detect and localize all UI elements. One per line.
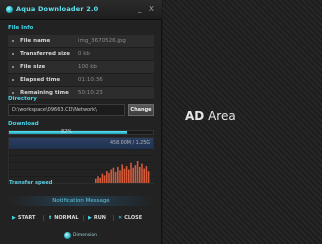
info-label: File size [20,64,46,70]
speed-graph-bar [125,166,128,183]
info-row-file-size: File size 100 kb [8,61,154,74]
run-label: RUN [93,215,106,221]
bullet-icon [12,40,14,42]
divider [113,215,114,221]
minimize-button[interactable]: _ [138,4,142,14]
play-icon: ▶ [12,215,16,221]
speed-graph-bar [108,172,110,183]
info-value: img_3670526.jpg [78,38,126,44]
ad-area-text: AD Area [185,109,236,123]
info-value: 01:10:36 [78,77,103,83]
window-title: Aqua Downloader 2.0 [16,5,99,13]
speed-graph-bar [147,171,150,183]
run-icon: ▶ [88,215,92,221]
info-row-file-name: File name img_3670526.jpg [8,35,154,48]
app-root: Aqua Downloader 2.0 _ X File Info File n… [0,0,322,244]
control-bar: ▶ START ⬆ NORMAL ▶ RUN ✕ CLOSE [8,214,154,222]
normal-button[interactable]: ⬆ NORMAL [48,214,79,222]
speed-graph-bar [117,166,119,183]
speed-graph-bar [95,178,97,183]
close-label: CLOSE [124,215,143,221]
info-value: 50:10:23 [78,90,103,96]
speed-graph-bar [136,161,139,183]
speed-panel: 458.00M / 1.25G [8,137,154,184]
info-row-elapsed-time: Elapsed time 01:10:36 [8,74,154,87]
ad-label-bold: AD [185,109,205,123]
bullet-icon [12,53,14,55]
info-row-transferred-size: Transferred size 0 kb [8,48,154,61]
speed-graph-bar [110,169,112,183]
speed-header: 458.00M / 1.25G [9,138,153,149]
speed-graph-bar [101,173,104,183]
speed-graph-bar [121,164,123,183]
notification-message: Notification Message [8,196,154,206]
info-value: 0 kb [78,51,90,57]
speed-graph-bar [145,166,148,183]
file-info-heading: File Info [8,25,34,31]
normal-label: NORMAL [54,215,79,221]
speed-graph-bar [134,165,137,183]
bullet-icon [12,79,14,81]
change-directory-button[interactable]: Change [128,104,154,116]
download-progress-bar [8,130,154,135]
priority-icon: ⬆ [48,215,53,221]
speed-graph-bar [123,168,126,183]
speed-graph-bar [112,167,115,183]
divider [83,215,84,221]
speed-graph-bar [143,168,145,183]
speed-readout: 458.00M / 1.25G [110,141,150,146]
downloader-panel: Aqua Downloader 2.0 _ X File Info File n… [0,0,162,244]
ad-area[interactable]: AD Area [163,0,322,244]
directory-heading: Directory [8,96,37,102]
directory-path-field[interactable]: D:\workspace\09663.CD\Network\ [8,104,125,116]
speed-graph-bar [132,167,134,183]
speed-graph-bar [139,166,141,183]
bullet-icon [12,66,14,68]
close-button[interactable]: ✕ CLOSE [118,214,142,222]
run-button[interactable]: ▶ RUN [88,214,106,222]
info-label: Transferred size [20,51,70,57]
divider [43,215,44,221]
info-label: File name [20,38,51,44]
footer-logo-text: Dimension [73,233,97,238]
file-info-list: File name img_3670526.jpg Transferred si… [8,35,154,100]
app-logo-icon [6,6,13,13]
speed-graph-bar [99,177,101,183]
download-percent: 82% [61,129,73,135]
speed-graph-bar [119,170,121,183]
brand-logo-icon [64,232,71,239]
speed-graph-bar [106,171,108,183]
speed-graph-bar [114,172,117,183]
ad-label-rest: Area [204,109,236,123]
close-window-button[interactable]: X [149,4,154,14]
start-label: START [17,215,36,221]
speed-graph-bar [130,162,132,183]
speed-graph [10,150,154,183]
info-value: 100 kb [78,64,97,70]
close-icon: ✕ [118,215,123,221]
directory-row: D:\workspace\09663.CD\Network\ Change [8,104,154,116]
info-label: Elapsed time [20,77,61,83]
download-heading: Download [8,121,39,127]
title-bar[interactable]: Aqua Downloader 2.0 _ X [0,0,162,20]
speed-graph-bar [103,175,106,183]
footer-logo: Dimension [64,232,97,239]
speed-graph-bar [128,169,130,183]
speed-graph-bar [141,163,143,183]
transfer-speed-label: Transfer speed [9,180,53,186]
start-button[interactable]: ▶ START [12,214,35,222]
speed-graph-bar [97,176,99,183]
bullet-icon [12,92,14,94]
